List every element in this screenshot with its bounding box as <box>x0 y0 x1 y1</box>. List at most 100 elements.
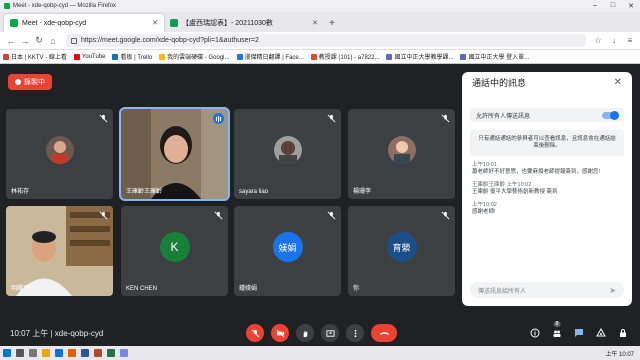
participant-name: sayara liao <box>239 189 269 195</box>
firefox-icon[interactable] <box>68 349 76 357</box>
people-icon <box>553 330 561 337</box>
start-icon[interactable] <box>3 349 11 357</box>
minimize-icon[interactable]: – <box>586 2 604 10</box>
mic-off-icon <box>441 114 450 123</box>
meeting-time: 10:07 上午 <box>10 328 49 338</box>
bookmark-item[interactable]: YouTube <box>73 53 105 60</box>
back-icon[interactable]: ← <box>4 36 18 46</box>
participant-tile[interactable]: K KEN CHEN <box>121 206 228 296</box>
bookmark-item[interactable]: 漫傑精日翻譯 | Face... <box>236 52 304 61</box>
bookmark-item[interactable]: 國立中正大學 登入單... <box>460 52 529 61</box>
avatar: 媄娟 <box>272 232 303 263</box>
bookmark-item[interactable]: 我的雲端硬碟 - Googl... <box>159 52 230 61</box>
chat-message: 上午10:01 蕭老師好不好意思，也要麻煩老師提報簽到，感謝您! <box>472 162 622 176</box>
window-controls: – □ ✕ <box>586 2 640 10</box>
close-window-icon[interactable]: ✕ <box>622 2 640 10</box>
raise-hand-button[interactable] <box>296 324 314 342</box>
meeting-info: 10:07 上午 | xde-qobp-cyd <box>10 328 104 338</box>
participant-tile[interactable]: 媄娟 鍾媄娟 <box>234 206 341 296</box>
chat-button[interactable] <box>572 326 586 340</box>
info-icon <box>530 328 540 338</box>
avatar <box>45 136 74 165</box>
mic-toggle-button[interactable] <box>246 324 264 342</box>
more-options-button[interactable] <box>346 324 364 342</box>
sheets-tab-icon <box>170 19 178 27</box>
close-tab-icon[interactable]: ✕ <box>312 19 318 27</box>
maximize-icon[interactable]: □ <box>604 2 622 10</box>
excel-icon[interactable] <box>107 349 115 357</box>
chat-message: 上午10:02 感謝老師! <box>472 202 622 216</box>
participant-tile[interactable]: 林祐存 <box>6 109 113 199</box>
participant-tile[interactable]: sayara liao <box>234 109 341 199</box>
taskbar-clock: 上午 10:07 <box>605 352 634 358</box>
message-time: 上午10:02 <box>472 202 497 208</box>
chat-message-input[interactable]: 傳送訊息給所有人 ➤ <box>470 282 624 298</box>
send-icon[interactable]: ➤ <box>609 286 616 295</box>
tab-meet[interactable]: Meet - xde-qobp-cyd ✕ <box>4 14 164 32</box>
meeting-code: xde-qobp-cyd <box>54 328 104 338</box>
search-icon[interactable] <box>16 349 24 357</box>
bookmark-item[interactable]: 國立中正大學教學課... <box>386 52 453 61</box>
university-icon <box>460 53 467 60</box>
camera-toggle-button[interactable] <box>271 324 289 342</box>
lock-controls-button[interactable] <box>616 326 630 340</box>
forward-icon[interactable]: → <box>18 36 32 46</box>
leave-call-button[interactable] <box>371 324 397 342</box>
close-chat-icon[interactable]: ✕ <box>614 77 622 88</box>
reload-icon[interactable]: ↻ <box>32 35 46 46</box>
gmail-icon <box>310 53 317 60</box>
avatar: K <box>159 232 190 263</box>
teams-icon[interactable] <box>120 349 128 357</box>
trello-icon <box>112 53 119 60</box>
close-tab-icon[interactable]: ✕ <box>152 19 158 27</box>
participant-name: KEN CHEN <box>126 286 158 292</box>
powerpoint-icon[interactable] <box>94 349 102 357</box>
task-view-icon[interactable] <box>29 349 37 357</box>
bookmark-item[interactable]: 日本 | KKTV - 線上看 <box>3 52 67 61</box>
navigation-bar: ← → ↻ ⌂ https://meet.google.com/xde-qobp… <box>0 32 640 50</box>
word-icon[interactable] <box>81 349 89 357</box>
more-vert-icon <box>354 329 356 337</box>
allow-messages-toggle[interactable] <box>602 110 619 120</box>
new-tab-button[interactable]: + <box>324 14 340 32</box>
avatar <box>273 136 302 165</box>
menu-icon[interactable]: ≡ <box>624 36 636 45</box>
file-explorer-icon[interactable] <box>42 349 50 357</box>
chat-title: 通話中的訊息 <box>472 77 527 88</box>
people-count-badge: 8 <box>553 321 561 327</box>
participant-name: 你 <box>353 286 360 292</box>
meet-tab-icon <box>10 19 18 27</box>
window-title: Meet - xde-qobp-cyd — Mozilla Firefox <box>13 3 117 9</box>
present-button[interactable] <box>321 324 339 342</box>
participant-name: 明耀平 <box>11 286 30 292</box>
home-icon[interactable]: ⌂ <box>46 36 60 46</box>
participant-tile[interactable]: 楊珊李 <box>348 109 455 199</box>
bookmark-item[interactable]: 教授課 (101) - a7822... <box>310 52 379 61</box>
mic-off-icon <box>327 211 336 220</box>
meet-favicon-icon <box>4 3 10 9</box>
url-text: https://meet.google.com/xde-qobp-cyd?pli… <box>81 37 259 44</box>
message-time: 上午10:01 <box>472 162 497 168</box>
bookmark-star-icon[interactable]: ☆ <box>592 36 604 45</box>
people-button[interactable]: 8 <box>550 321 564 340</box>
participant-tile[interactable]: 明耀平 <box>6 206 113 296</box>
activities-button[interactable] <box>594 326 608 340</box>
message-time: 王庫齡王庫齡 上午10:02 <box>472 182 532 188</box>
chat-notice: 只有通話通話的參與者可以查看訊息，且訊息會在通話結束後刪除。 <box>470 130 624 156</box>
participant-name: 鍾媄娟 <box>239 286 258 292</box>
edge-icon[interactable] <box>55 349 63 357</box>
hand-icon <box>303 330 307 337</box>
participant-tile[interactable]: 育縈 你 <box>348 206 455 296</box>
message-text: 感謝老師! <box>472 209 496 215</box>
participant-tile[interactable]: 王庫齡王庫齡 <box>119 107 230 201</box>
mic-off-icon <box>99 211 108 220</box>
allow-messages-row: 允許所有人傳送訊息 <box>470 108 624 122</box>
downloads-icon[interactable]: ↓ <box>608 36 620 45</box>
chat-input-placeholder: 傳送訊息給所有人 <box>478 288 527 295</box>
url-bar[interactable]: https://meet.google.com/xde-qobp-cyd?pli… <box>66 34 586 47</box>
participant-name: 楊珊李 <box>353 189 372 195</box>
bookmark-item[interactable]: 看板 | Trello <box>112 52 152 61</box>
tab-sheet[interactable]: 【盧西瑞認表】- 20211030數 ✕ <box>164 14 324 32</box>
meeting-details-button[interactable] <box>528 326 542 340</box>
record-dot-icon <box>15 79 21 85</box>
